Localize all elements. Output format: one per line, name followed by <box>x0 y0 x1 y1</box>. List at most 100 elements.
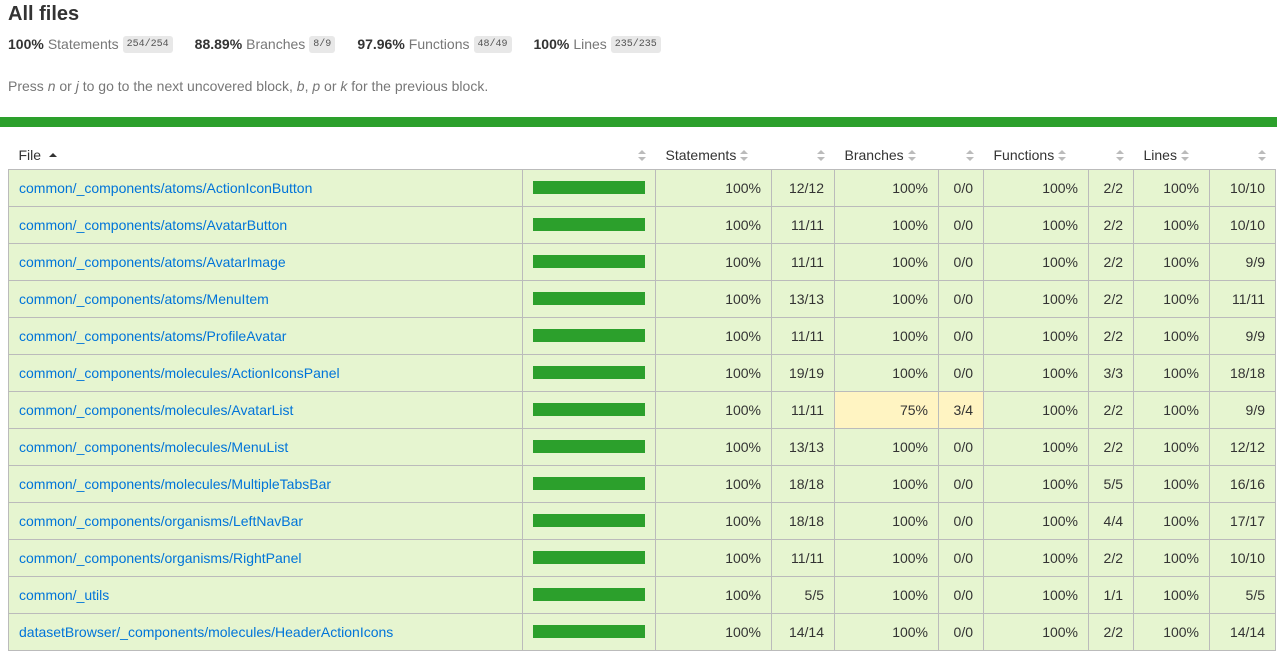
statements-abs-cell: 13/13 <box>771 427 835 466</box>
column-header-functions-abs[interactable] <box>1089 141 1134 169</box>
statements-abs-cell: 12/12 <box>771 168 835 207</box>
column-header-lines-abs[interactable] <box>1210 141 1276 169</box>
file-link[interactable]: common/_components/molecules/MultipleTab… <box>19 476 331 492</box>
branches-pct-cell: 100% <box>834 353 939 392</box>
table-row: common/_components/atoms/MenuItem 100% 13/… <box>8 279 1276 318</box>
column-header-functions-label: Functions <box>993 146 1055 163</box>
table-row: common/_components/molecules/ActionIcons… <box>8 353 1276 392</box>
summary-functions-pct: 97.96% <box>357 36 405 52</box>
functions-pct-cell: 100% <box>983 464 1089 503</box>
functions-abs-cell: 4/4 <box>1088 501 1134 540</box>
file-cell: common/_components/atoms/ActionIconButto… <box>8 168 523 207</box>
file-link[interactable]: common/_components/atoms/MenuItem <box>19 291 269 307</box>
summary-statements: 100% Statements 254/254 <box>8 35 173 53</box>
coverage-summary: 100% Statements 254/254 88.89% Branches … <box>8 33 1269 55</box>
sort-icon <box>1180 149 1189 161</box>
file-link[interactable]: common/_components/molecules/MenuList <box>19 439 288 455</box>
functions-pct-cell: 100% <box>983 390 1089 429</box>
column-header-functions[interactable]: Functions <box>984 141 1089 169</box>
sort-icon <box>1058 149 1067 161</box>
lines-abs-cell: 9/9 <box>1209 390 1276 429</box>
table-row: common/_components/atoms/AvatarButton 100… <box>8 205 1276 244</box>
summary-functions-label: Functions <box>408 36 470 52</box>
file-link[interactable]: common/_components/atoms/AvatarButton <box>19 217 287 233</box>
sort-icon <box>637 150 646 161</box>
file-link[interactable]: common/_components/molecules/AvatarList <box>19 402 293 418</box>
summary-lines-fraction: 235/235 <box>610 35 661 53</box>
summary-branches-label: Branches <box>246 36 306 52</box>
lines-pct-cell: 100% <box>1133 464 1210 503</box>
column-header-branches-abs[interactable] <box>939 141 984 169</box>
file-link[interactable]: common/_utils <box>19 587 109 603</box>
file-link[interactable]: common/_components/atoms/AvatarImage <box>19 254 286 270</box>
file-link[interactable]: common/_components/molecules/ActionIcons… <box>19 365 340 381</box>
header-section: All files 100% Statements 254/254 88.89%… <box>0 0 1277 94</box>
branches-abs-cell: 0/0 <box>938 168 984 207</box>
column-header-file[interactable]: File <box>9 141 523 169</box>
functions-abs-cell: 2/2 <box>1088 316 1134 355</box>
column-header-branches[interactable]: Branches <box>835 141 939 169</box>
table-row: common/_components/atoms/ActionIconButto… <box>8 168 1276 207</box>
statements-pct-cell: 100% <box>655 575 772 614</box>
branches-pct-cell: 100% <box>834 427 939 466</box>
file-link[interactable]: common/_components/atoms/ProfileAvatar <box>19 328 286 344</box>
coverage-bar-cell <box>522 279 656 318</box>
lines-pct-cell: 100% <box>1133 390 1210 429</box>
column-header-coverage-bar[interactable] <box>523 141 656 169</box>
statements-pct-cell: 100% <box>655 168 772 207</box>
coverage-bar-fill <box>533 514 645 527</box>
column-header-lines[interactable]: Lines <box>1134 141 1210 169</box>
table-row: common/_components/atoms/AvatarImage 100%… <box>8 242 1276 281</box>
file-link[interactable]: common/_components/organisms/LeftNavBar <box>19 513 303 529</box>
file-cell: common/_components/molecules/AvatarList <box>8 390 523 429</box>
lines-abs-cell: 9/9 <box>1209 316 1276 355</box>
help-text-part: Press <box>8 78 48 94</box>
statements-abs-cell: 5/5 <box>771 575 835 614</box>
sort-ascending-icon <box>49 152 58 157</box>
page-title: All files <box>8 3 80 25</box>
file-link[interactable]: datasetBrowser/_components/molecules/Hea… <box>19 624 393 640</box>
table-row: common/_components/molecules/MultipleTab… <box>8 464 1276 503</box>
functions-abs-cell: 2/2 <box>1088 390 1134 429</box>
lines-abs-cell: 12/12 <box>1209 427 1276 466</box>
statements-pct-cell: 100% <box>655 205 772 244</box>
branches-abs-cell: 0/0 <box>938 242 984 281</box>
summary-lines-label: Lines <box>573 36 607 52</box>
column-header-statements[interactable]: Statements <box>656 141 772 169</box>
branches-abs-cell: 0/0 <box>938 464 984 503</box>
summary-branches: 88.89% Branches 8/9 <box>195 35 336 53</box>
lines-pct-cell: 100% <box>1133 279 1210 318</box>
column-header-statements-label: Statements <box>665 146 737 163</box>
summary-functions-fraction: 48/49 <box>473 35 512 53</box>
lines-pct-cell: 100% <box>1133 501 1210 540</box>
coverage-bar-fill <box>533 588 645 601</box>
coverage-bar-fill <box>533 551 645 564</box>
lines-pct-cell: 100% <box>1133 242 1210 281</box>
lines-abs-cell: 17/17 <box>1209 501 1276 540</box>
coverage-bar-fill <box>533 255 645 268</box>
sort-icon <box>1115 150 1124 161</box>
functions-pct-cell: 100% <box>983 575 1089 614</box>
help-text-part: to go to the next uncovered block, <box>78 78 297 94</box>
summary-statements-pct: 100% <box>8 36 44 52</box>
file-link[interactable]: common/_components/atoms/ActionIconButto… <box>19 180 312 196</box>
coverage-bar-fill <box>533 625 645 638</box>
functions-pct-cell: 100% <box>983 353 1089 392</box>
sort-icon <box>907 149 916 161</box>
coverage-bar-fill <box>533 218 645 231</box>
lines-abs-cell: 11/11 <box>1209 279 1276 318</box>
file-cell: common/_components/atoms/AvatarImage <box>8 242 523 281</box>
file-link[interactable]: common/_components/organisms/RightPanel <box>19 550 301 566</box>
file-cell: common/_components/molecules/MultipleTab… <box>8 464 523 503</box>
table-row: datasetBrowser/_components/molecules/Hea… <box>8 612 1276 651</box>
coverage-table: File Statements Branches Functions Lines… <box>8 141 1276 651</box>
functions-abs-cell: 2/2 <box>1088 205 1134 244</box>
statements-pct-cell: 100% <box>655 390 772 429</box>
column-header-statements-abs[interactable] <box>772 141 835 169</box>
lines-pct-cell: 100% <box>1133 427 1210 466</box>
functions-pct-cell: 100% <box>983 538 1089 577</box>
coverage-bar-cell <box>522 612 656 651</box>
branches-abs-cell: 0/0 <box>938 501 984 540</box>
statements-abs-cell: 18/18 <box>771 501 835 540</box>
functions-abs-cell: 2/2 <box>1088 427 1134 466</box>
